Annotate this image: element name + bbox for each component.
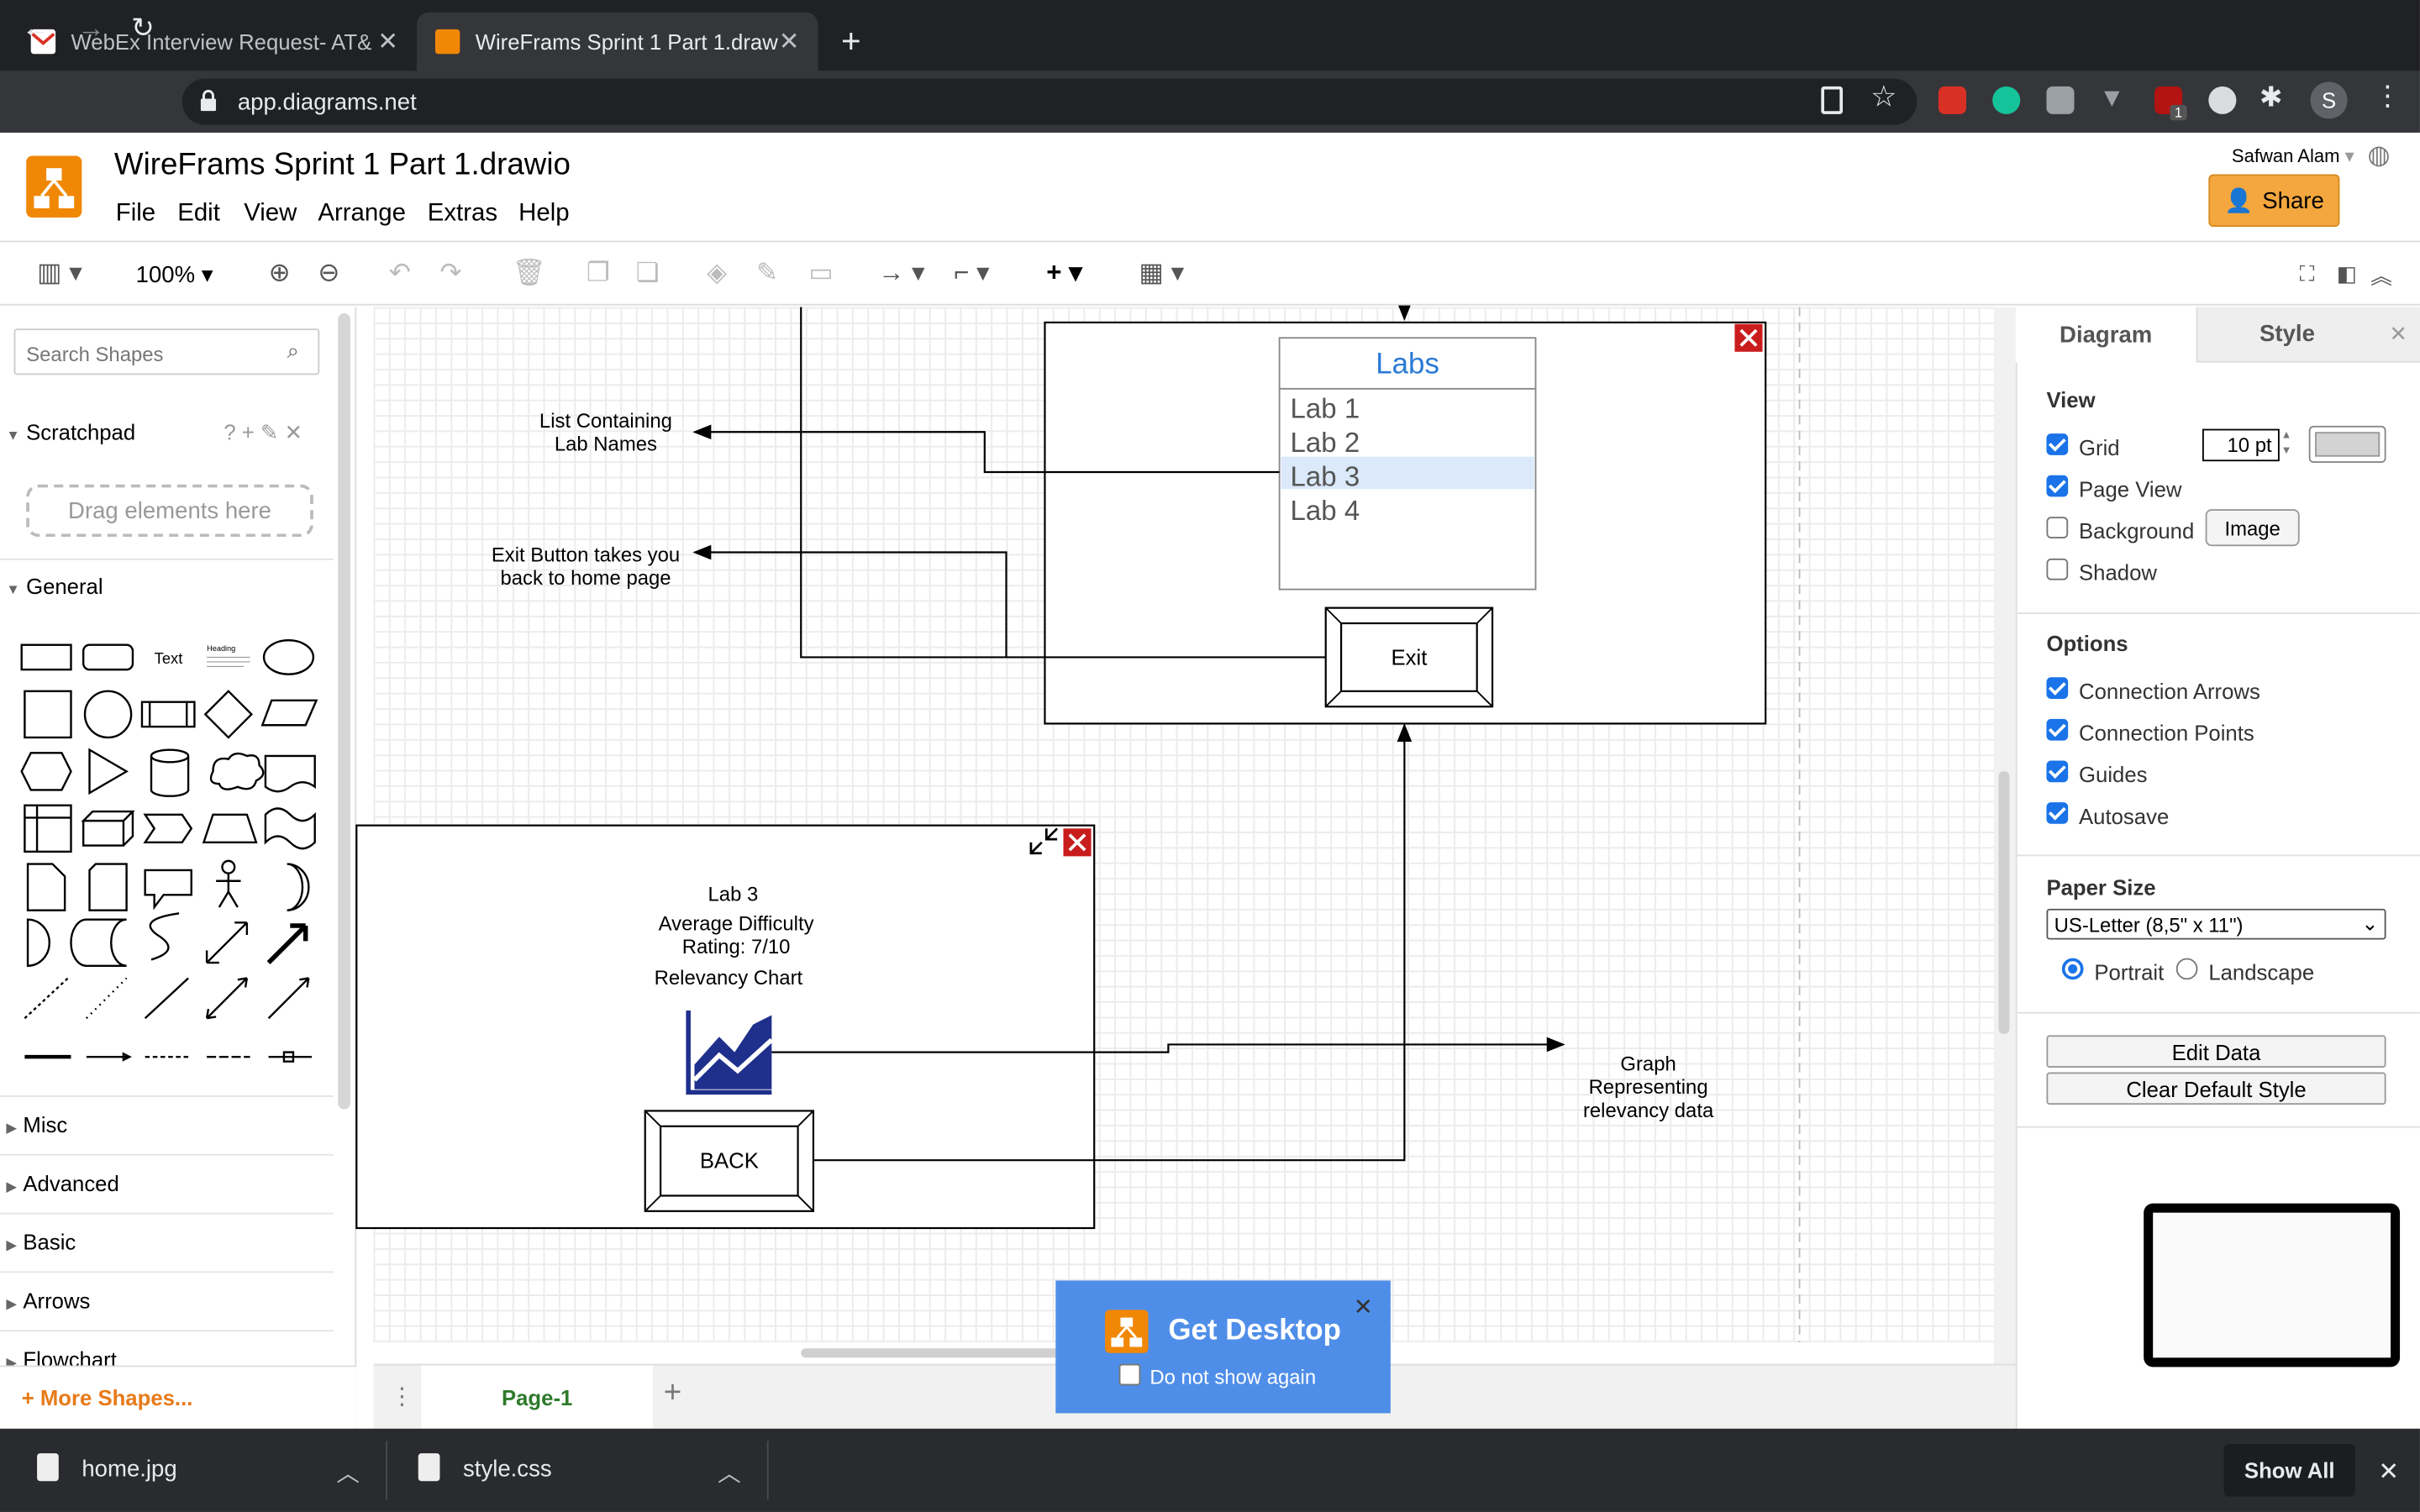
grid-color-fill <box>2315 432 2381 457</box>
paper-size-value: US-Letter (8,5" x 11") <box>2054 913 2244 937</box>
options-heading: Options <box>2046 631 2128 656</box>
list-item-lab2[interactable]: Lab 2 <box>1290 426 1360 459</box>
guides-checkbox[interactable] <box>2046 760 2069 783</box>
view-heading: View <box>2046 387 2096 412</box>
downloads-bar <box>0 1428 2420 1512</box>
pages-menu-icon[interactable]: ⋮ <box>391 1383 414 1410</box>
chevron-up-icon[interactable]: ︿ <box>336 1457 360 1489</box>
screenshot-thumbnail[interactable] <box>2144 1203 2401 1368</box>
canvas-horizontal-scrollbar[interactable] <box>801 1348 1064 1358</box>
close-downloads-icon[interactable]: ✕ <box>2378 1457 2399 1488</box>
divider <box>2015 1011 2420 1014</box>
tab-diagram[interactable]: Diagram <box>2015 307 2196 363</box>
get-desktop-title[interactable]: Get Desktop <box>1168 1315 1341 1348</box>
download-home-jpg[interactable]: home.jpg <box>82 1457 176 1483</box>
chevron-down-icon: ⌄ <box>2361 911 2379 936</box>
divider <box>2015 854 2420 857</box>
lab3-title[interactable]: Lab 3 <box>618 883 850 906</box>
lab3-relevancy-chart-label[interactable]: Relevancy Chart <box>613 966 844 990</box>
connection-points-checkbox[interactable] <box>2046 718 2069 741</box>
tab-page-1[interactable]: Page-1 <box>421 1365 653 1429</box>
landscape-label: Landscape <box>2208 959 2315 984</box>
paper-size-select[interactable]: US-Letter (8,5" x 11") ⌄ <box>2046 908 2386 940</box>
connection-points-label: Connection Points <box>2079 720 2254 746</box>
list-item-lab3[interactable]: Lab 3 <box>1290 459 1360 493</box>
grid-color-swatch[interactable] <box>2308 425 2386 464</box>
exit-button-label: Exit <box>1391 644 1428 670</box>
divider <box>766 1441 769 1500</box>
close-popup-icon[interactable]: ✕ <box>1354 1293 1373 1320</box>
connection-arrows-checkbox[interactable] <box>2046 677 2069 700</box>
grid-size-input[interactable]: 10 pt <box>2202 428 2280 462</box>
divider <box>386 1441 388 1500</box>
tab-style[interactable]: Style <box>2196 307 2377 363</box>
divider <box>2015 612 2420 615</box>
background-checkbox[interactable] <box>2046 517 2069 539</box>
note-list-containing-lab-names[interactable]: List Containing Lab Names <box>509 409 702 455</box>
labs-list-items[interactable]: Lab 1 Lab 2 Lab 3 Lab 4 <box>1290 392 1360 528</box>
lab3-difficulty-rating[interactable]: Average Difficulty Rating: 7/10 <box>620 911 852 958</box>
clear-default-style-button[interactable]: Clear Default Style <box>2046 1072 2386 1105</box>
list-item-lab1[interactable]: Lab 1 <box>1290 392 1360 426</box>
shadow-checkbox[interactable] <box>2046 558 2069 580</box>
download-style-css[interactable]: style.css <box>463 1457 552 1483</box>
autosave-label: Autosave <box>2079 803 2170 829</box>
chevron-up-icon[interactable]: ︿ <box>718 1457 741 1489</box>
portrait-label: Portrait <box>2094 959 2165 984</box>
show-all-button[interactable]: Show All <box>2223 1444 2355 1497</box>
page-view-label: Page View <box>2079 476 2182 501</box>
grid-label: Grid <box>2079 434 2120 460</box>
do-not-show-label: Do not show again <box>1150 1365 1317 1389</box>
file-icon <box>37 1453 59 1482</box>
file-icon <box>418 1453 440 1482</box>
drawio-logo-icon <box>1105 1310 1149 1353</box>
note-exit-button[interactable]: Exit Button takes you back to home page <box>472 543 699 590</box>
close-panel-icon[interactable]: ✕ <box>2376 307 2420 363</box>
edit-data-button[interactable]: Edit Data <box>2046 1035 2386 1068</box>
do-not-show-checkbox[interactable] <box>1118 1363 1141 1386</box>
autosave-checkbox[interactable] <box>2046 802 2069 824</box>
labs-list-title: Labs <box>1376 349 1439 381</box>
left-vertical-connector <box>800 307 1007 659</box>
page-view-checkbox[interactable] <box>2046 475 2069 497</box>
portrait-radio[interactable] <box>2061 958 2084 980</box>
background-label: Background <box>2079 518 2195 543</box>
landscape-radio[interactable] <box>2175 958 2198 980</box>
grid-checkbox[interactable] <box>2046 433 2069 455</box>
thumbnail-preview <box>2153 1212 2391 1358</box>
guides-label: Guides <box>2079 762 2148 787</box>
connection-arrows-label: Connection Arrows <box>2079 679 2260 704</box>
list-item-lab4[interactable]: Lab 4 <box>1290 494 1360 528</box>
image-button[interactable]: Image <box>2205 509 2300 547</box>
grid-size-stepper[interactable]: ▲ ▼ <box>2281 429 2292 460</box>
paper-size-heading: Paper Size <box>2046 874 2156 900</box>
add-page-icon[interactable]: + <box>664 1376 681 1411</box>
shadow-label: Shadow <box>2079 559 2157 585</box>
divider <box>2015 1126 2420 1128</box>
note-graph-relevancy[interactable]: Graph Representing relevancy data <box>1564 1053 1733 1122</box>
canvas-vertical-scrollbar[interactable] <box>1998 771 2010 1034</box>
back-button-label: BACK <box>699 1147 759 1173</box>
